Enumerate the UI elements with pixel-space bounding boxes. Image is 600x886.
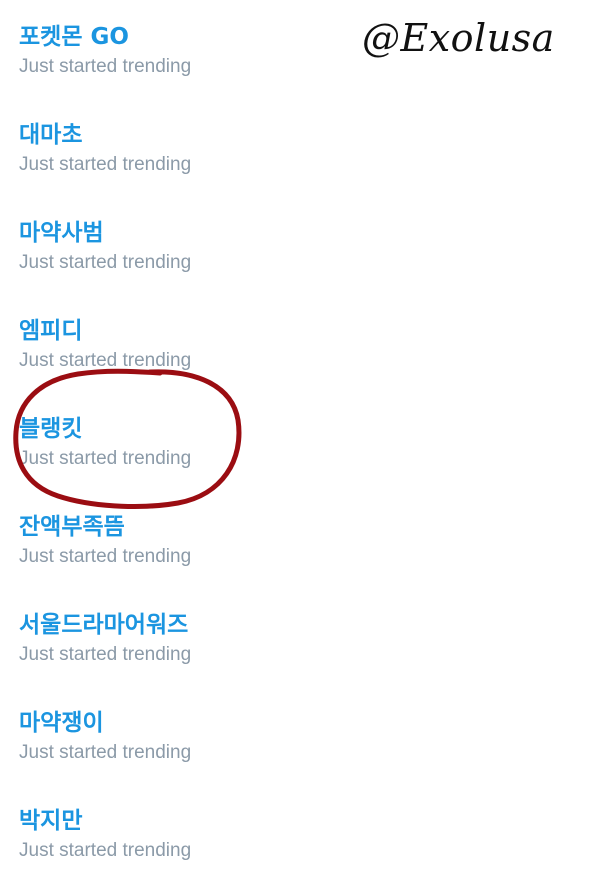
watermark-signature: @Exolusa — [362, 16, 555, 60]
trend-subtitle: Just started trending — [19, 56, 192, 77]
trend-title: 마약사범 — [19, 220, 104, 246]
trend-item-9[interactable]: 박지만 Just started trending — [19, 806, 349, 886]
trend-subtitle: Just started trending — [19, 644, 192, 665]
trend-item-6[interactable]: 잔액부족뜸 Just started trending — [19, 512, 349, 592]
trend-item-3[interactable]: 마약사범 Just started trending — [19, 218, 349, 298]
trend-subtitle: Just started trending — [19, 840, 192, 861]
trend-title: 대마초 — [19, 122, 83, 148]
trend-subtitle: Just started trending — [19, 546, 192, 567]
trend-item-8[interactable]: 마약쟁이 Just started trending — [19, 708, 349, 788]
trend-subtitle: Just started trending — [19, 742, 192, 763]
trend-item-7[interactable]: 서울드라마어워즈 Just started trending — [19, 610, 349, 690]
trend-subtitle: Just started trending — [19, 252, 192, 273]
trend-title: 엠피디 — [19, 318, 83, 344]
trend-item-2[interactable]: 대마초 Just started trending — [19, 120, 349, 200]
trend-title: 블랭킷 — [19, 416, 83, 442]
trend-title: 잔액부족뜸 — [19, 514, 125, 540]
trend-item-1[interactable]: 포켓몬 GO Just started trending — [19, 22, 349, 102]
trend-subtitle: Just started trending — [19, 154, 192, 175]
trend-title: 마약쟁이 — [19, 710, 104, 736]
trend-title: 박지만 — [19, 808, 83, 834]
trend-title: 포켓몬 GO — [19, 24, 129, 50]
trend-subtitle: Just started trending — [19, 350, 192, 371]
trend-item-5[interactable]: 블랭킷 Just started trending — [19, 414, 349, 494]
trend-subtitle: Just started trending — [19, 448, 192, 469]
trend-item-4[interactable]: 엠피디 Just started trending — [19, 316, 349, 396]
trend-title: 서울드라마어워즈 — [19, 612, 189, 638]
